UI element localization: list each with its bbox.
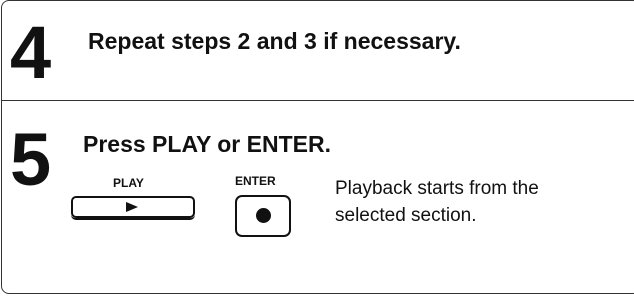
enter-button-label: ENTER — [235, 174, 276, 188]
play-button-label: PLAY — [113, 176, 144, 190]
step-5-title: Press PLAY or ENTER. — [83, 131, 331, 157]
play-arrow-icon — [126, 202, 138, 212]
description-line-1: Playback starts from the — [335, 178, 539, 199]
step-divider — [1, 100, 634, 101]
enter-button[interactable] — [235, 195, 291, 237]
play-button[interactable] — [71, 196, 195, 220]
filled-circle-icon — [256, 208, 271, 223]
description-line-2: selected section. — [335, 205, 477, 226]
step-4-number: 4 — [10, 11, 51, 94]
step-4-title: Repeat steps 2 and 3 if necessary. — [88, 28, 461, 54]
step-5-number: 5 — [10, 118, 51, 201]
step-5-description: Playback starts from the selected sectio… — [335, 175, 539, 229]
